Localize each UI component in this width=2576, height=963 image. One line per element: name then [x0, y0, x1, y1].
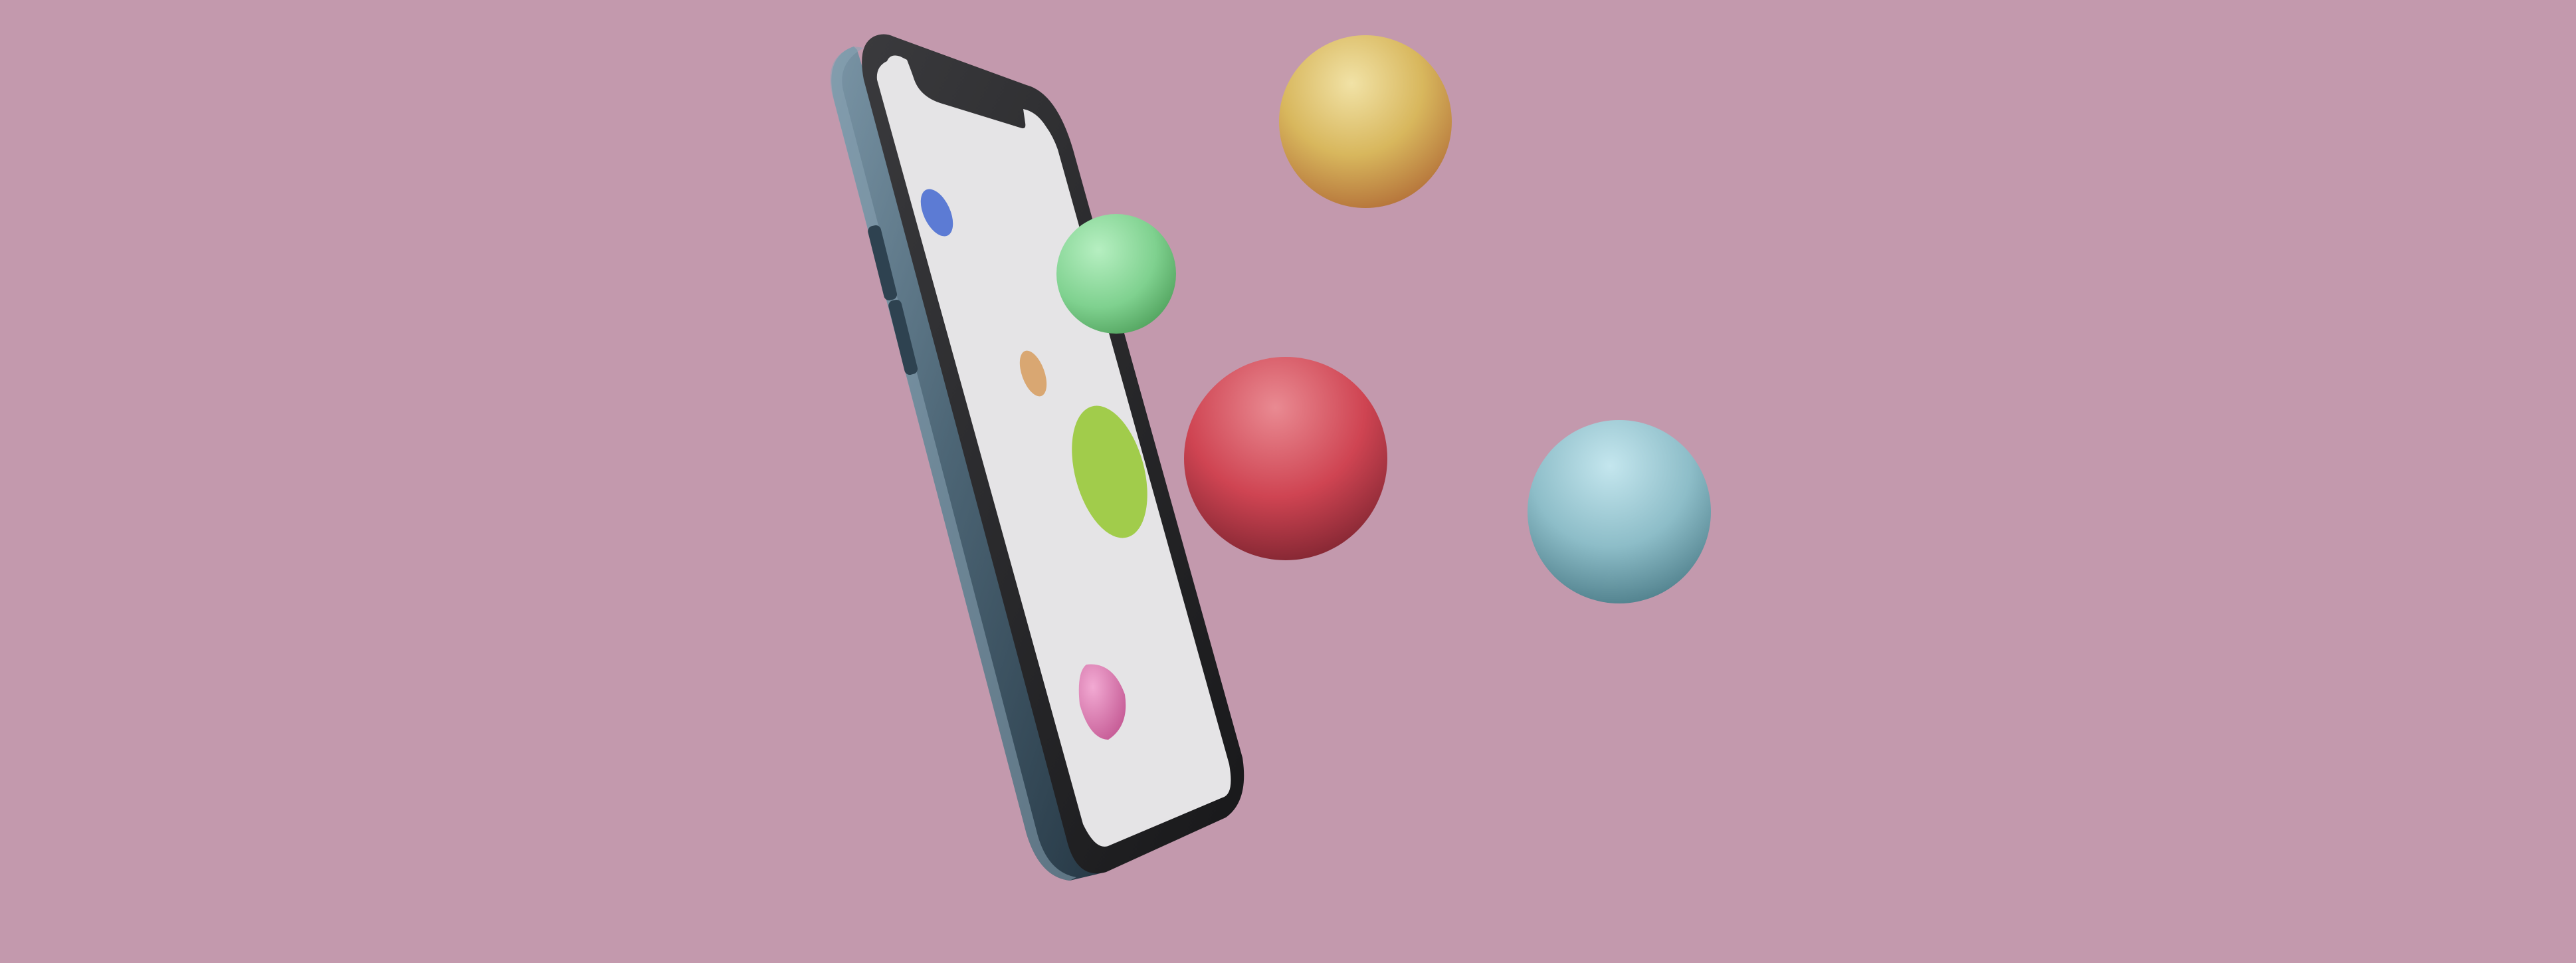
phone [830, 34, 1244, 881]
yellow-sphere [1279, 35, 1452, 208]
red-sphere [1184, 357, 1387, 560]
scene [830, 34, 1711, 881]
green-sphere [1056, 214, 1176, 334]
blue-sphere [1528, 420, 1711, 603]
